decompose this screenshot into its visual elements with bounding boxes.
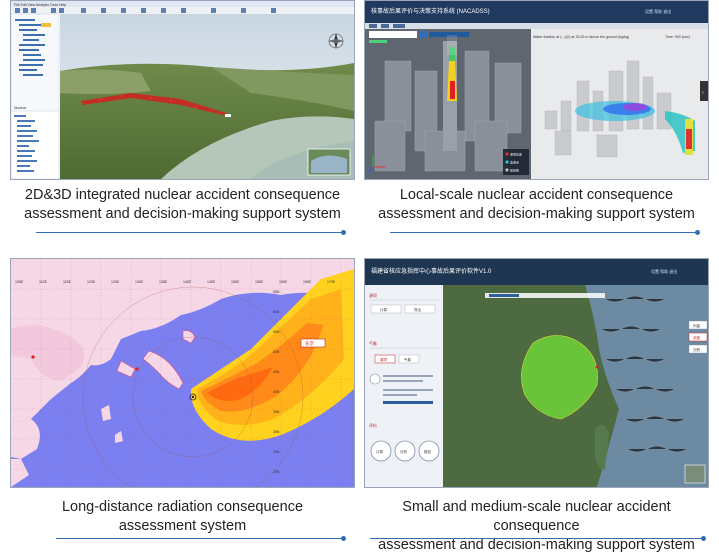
svg-text:30N: 30N xyxy=(273,430,280,434)
svg-text:165E: 165E xyxy=(303,280,312,284)
svg-text:35N: 35N xyxy=(273,410,280,414)
window-title: 福建省核应急指挥中心事故后果评价软件V1.0 xyxy=(371,267,492,275)
plot-annotation: Water fraction at (...)(X) at 15.00 m ab… xyxy=(533,35,629,39)
svg-text:140E: 140E xyxy=(183,280,192,284)
npp-marker[interactable] xyxy=(595,365,599,369)
svg-text:浓度: 浓度 xyxy=(693,335,701,340)
round-buttons: 计算 分析 报告 xyxy=(370,440,440,462)
svg-text:160E: 160E xyxy=(279,280,288,284)
panel-1-caption: 2D&3D integrated nuclear accident conseq… xyxy=(10,186,355,224)
caption-rule xyxy=(36,230,346,235)
svg-text:45N: 45N xyxy=(273,370,280,374)
legend-item-building: 建筑物 xyxy=(510,168,519,173)
svg-text:115E: 115E xyxy=(63,280,72,284)
city-marker[interactable] xyxy=(135,367,139,371)
svg-text:105E: 105E xyxy=(15,280,24,284)
overview-map[interactable] xyxy=(684,464,706,484)
source-toggle[interactable] xyxy=(369,373,381,385)
svg-text:60N: 60N xyxy=(273,310,280,314)
svg-text:20N: 20N xyxy=(273,470,280,474)
svg-text:计算: 计算 xyxy=(380,307,388,312)
tree-root-label[interactable]: Nuclear xyxy=(14,106,27,110)
app-small-medium-view: 福建省核应急指挥中心事故后果评价软件V1.0 设置 帮助 退出 源项 气象 评价… xyxy=(365,259,708,487)
caption-line-2: assessment system xyxy=(118,518,247,534)
svg-text:170E: 170E xyxy=(327,280,336,284)
svg-text:110E: 110E xyxy=(39,280,48,284)
menu-bar[interactable]: File Edit View Analysis Tools Help xyxy=(14,3,66,7)
svg-text:150E: 150E xyxy=(231,280,240,284)
svg-text:125E: 125E xyxy=(111,280,120,284)
screenshot-long-distance-app: 105E 110E 115E 120E 125E 130E 135E 140E … xyxy=(10,258,355,488)
caption-line-1: Small and medium-scale nuclear accident … xyxy=(402,499,671,534)
screenshot-2d3d-app: File Edit View Analysis Tools Help Nucle… xyxy=(10,0,355,180)
panel-local-scale-system: 核事故后果评价与决策支持系统 (NACADSS) 设置 帮助 退出 源项位置 监… xyxy=(364,0,709,245)
svg-text:源项: 源项 xyxy=(380,357,388,362)
caption-rule xyxy=(390,230,700,235)
caption-line-1: 2D&3D integrated nuclear accident conseq… xyxy=(24,187,341,203)
caption-line-2: assessment and decision-making support s… xyxy=(24,206,341,222)
svg-text:沉积: 沉积 xyxy=(693,347,701,352)
svg-text:报告: 报告 xyxy=(424,449,432,454)
caption-line-2: assessment and decision-making support s… xyxy=(378,206,695,222)
svg-text:计算: 计算 xyxy=(376,449,384,454)
svg-text:120E: 120E xyxy=(87,280,96,284)
svg-text:剂量: 剂量 xyxy=(693,323,701,328)
sidebar-section-weather[interactable]: 气象 xyxy=(369,340,377,346)
header-links[interactable]: 设置 帮助 退出 xyxy=(645,8,671,14)
panel-2-caption: Local-scale nuclear accident consequence… xyxy=(364,186,709,224)
svg-text:气象: 气象 xyxy=(404,357,412,362)
right-tabs: 剂量 浓度 沉积 xyxy=(688,320,708,354)
svg-text:145E: 145E xyxy=(207,280,216,284)
header-links[interactable]: 设置 帮助 退出 xyxy=(651,268,677,274)
panel-4-caption: Small and medium-scale nuclear accident … xyxy=(364,498,709,555)
search-button[interactable] xyxy=(419,31,427,38)
screenshot-local-app: 核事故后果评价与决策支持系统 (NACADSS) 设置 帮助 退出 源项位置 监… xyxy=(364,0,709,180)
svg-text:40N: 40N xyxy=(273,390,280,394)
panel-3-caption: Long-distance radiation consequence asse… xyxy=(10,498,355,536)
svg-text:25N: 25N xyxy=(273,450,280,454)
svg-text:分析: 分析 xyxy=(400,449,408,454)
city-marker[interactable] xyxy=(31,355,35,359)
caption-line-1: Long-distance radiation consequence xyxy=(61,499,304,515)
panel-long-distance-system: 105E 110E 115E 120E 125E 130E 135E 140E … xyxy=(10,258,355,543)
window-title: 核事故后果评价与决策支持系统 (NACADSS) xyxy=(371,7,490,15)
app-long-distance-map: 105E 110E 115E 120E 125E 130E 135E 140E … xyxy=(11,259,354,487)
svg-text:导出: 导出 xyxy=(414,307,422,312)
panel-2d3d-system: File Edit View Analysis Tools Help Nucle… xyxy=(10,0,355,245)
svg-text:135E: 135E xyxy=(159,280,168,284)
svg-text:50N: 50N xyxy=(273,350,280,354)
caption-rule xyxy=(370,536,706,541)
caption-rule xyxy=(56,536,346,541)
sidebar-section-source[interactable]: 源项 xyxy=(369,292,377,298)
svg-text:55N: 55N xyxy=(273,330,280,334)
place-label: 东京 xyxy=(305,340,314,347)
sidebar-section-eval[interactable]: 评价 xyxy=(369,422,377,428)
app-2d3d-view: File Edit View Analysis Tools Help Nucle… xyxy=(11,1,354,179)
legend-item-monitor: 监测点 xyxy=(510,160,519,165)
screenshot-small-medium-app: 福建省核应急指挥中心事故后果评价软件V1.0 设置 帮助 退出 源项 气象 评价… xyxy=(364,258,709,488)
svg-text:130E: 130E xyxy=(135,280,144,284)
progress-bar xyxy=(383,401,433,404)
svg-text:65N: 65N xyxy=(273,290,280,294)
legend-item-source: 源项位置 xyxy=(510,152,522,157)
app-local-view: 核事故后果评价与决策支持系统 (NACADSS) 设置 帮助 退出 源项位置 监… xyxy=(365,1,708,179)
time-readout: Time: 900 (sec) xyxy=(665,35,690,39)
search-input[interactable] xyxy=(369,31,417,38)
caption-line-1: Local-scale nuclear accident consequence xyxy=(399,187,674,203)
svg-text:155E: 155E xyxy=(255,280,264,284)
panel-small-medium-system: 福建省核应急指挥中心事故后果评价软件V1.0 设置 帮助 退出 源项 气象 评价… xyxy=(364,258,709,553)
